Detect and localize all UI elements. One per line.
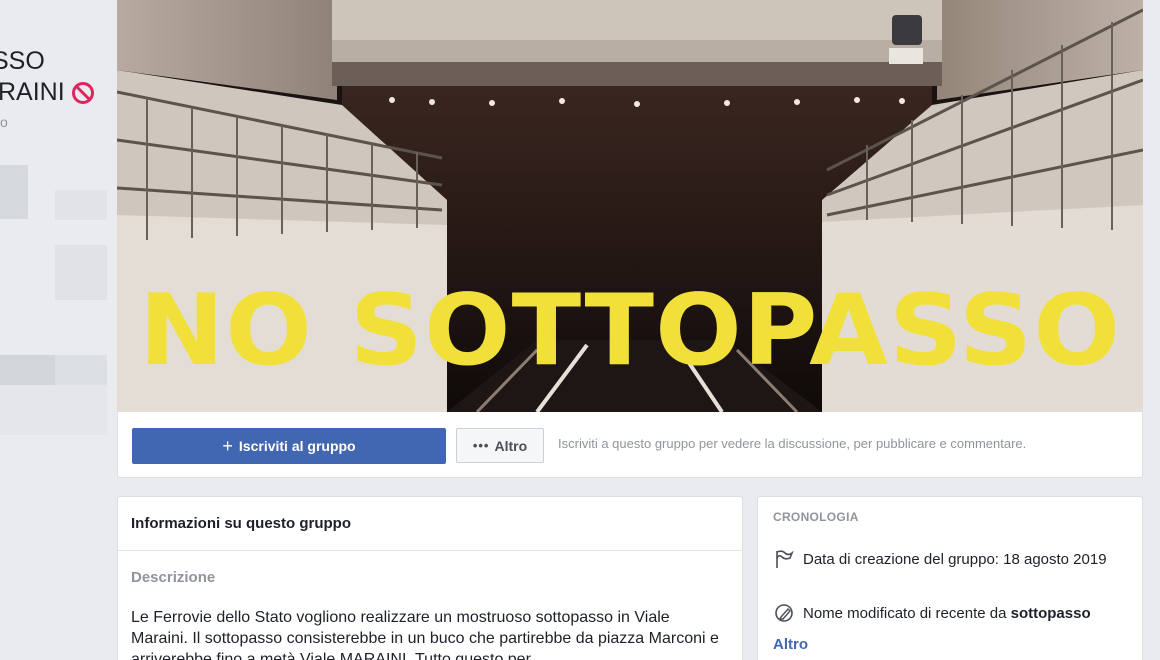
ban-icon xyxy=(71,81,94,104)
left-sidebar: SSO RAINI o xyxy=(0,0,112,660)
more-button[interactable]: ••• Altro xyxy=(456,428,544,463)
timeline-more-link[interactable]: Altro xyxy=(773,636,808,653)
renamed-text: Nome modificato di recente da xyxy=(803,605,1011,622)
cover-banner-text: NO SOTTOPASSO xyxy=(138,274,1122,388)
more-dots-icon: ••• xyxy=(472,438,490,453)
flag-icon xyxy=(773,549,795,569)
blurred-nav-item xyxy=(0,385,107,435)
group-name-line-1: SSO xyxy=(0,47,45,75)
created-date-text: Data di creazione del gruppo: 18 agosto … xyxy=(803,551,1107,568)
group-name-line-2: RAINI xyxy=(0,78,65,106)
cover-photo: NO SOTTOPASSO xyxy=(117,0,1143,412)
description-label: Descrizione xyxy=(131,569,216,586)
blurred-nav-item xyxy=(55,355,107,385)
blurred-nav-item xyxy=(55,190,107,220)
timeline-item-renamed: Nome modificato di recente da sottopasso xyxy=(773,603,1091,624)
blurred-nav-item xyxy=(0,165,28,219)
more-label: Altro xyxy=(494,437,528,454)
group-action-bar: + Iscriviti al gruppo ••• Altro Iscrivit… xyxy=(117,412,1143,478)
timeline-title: CRONOLOGIA xyxy=(773,510,859,524)
timeline-card: CRONOLOGIA Data di creazione del gruppo:… xyxy=(757,496,1143,660)
blurred-nav-item xyxy=(55,245,107,300)
plus-icon: + xyxy=(222,435,233,456)
timeline-item-created: Data di creazione del gruppo: 18 agosto … xyxy=(773,549,1123,570)
pencil-icon xyxy=(773,603,795,623)
description-text: Le Ferrovie dello Stato vogliono realizz… xyxy=(131,609,719,660)
info-card-title: Informazioni su questo gruppo xyxy=(131,515,351,532)
join-group-label: Iscriviti al gruppo xyxy=(238,438,356,454)
divider xyxy=(118,550,742,551)
group-info-card: Informazioni su questo gruppo Descrizion… xyxy=(117,496,743,660)
join-hint-text: Iscriviti a questo gruppo per vedere la … xyxy=(558,436,1027,451)
group-privacy-label: o xyxy=(0,114,8,130)
blurred-nav-item xyxy=(0,355,55,385)
renamed-by-name[interactable]: sottopasso xyxy=(1011,605,1091,622)
group-name[interactable]: SSO RAINI xyxy=(0,46,95,108)
join-group-button[interactable]: + Iscriviti al gruppo xyxy=(132,428,446,464)
